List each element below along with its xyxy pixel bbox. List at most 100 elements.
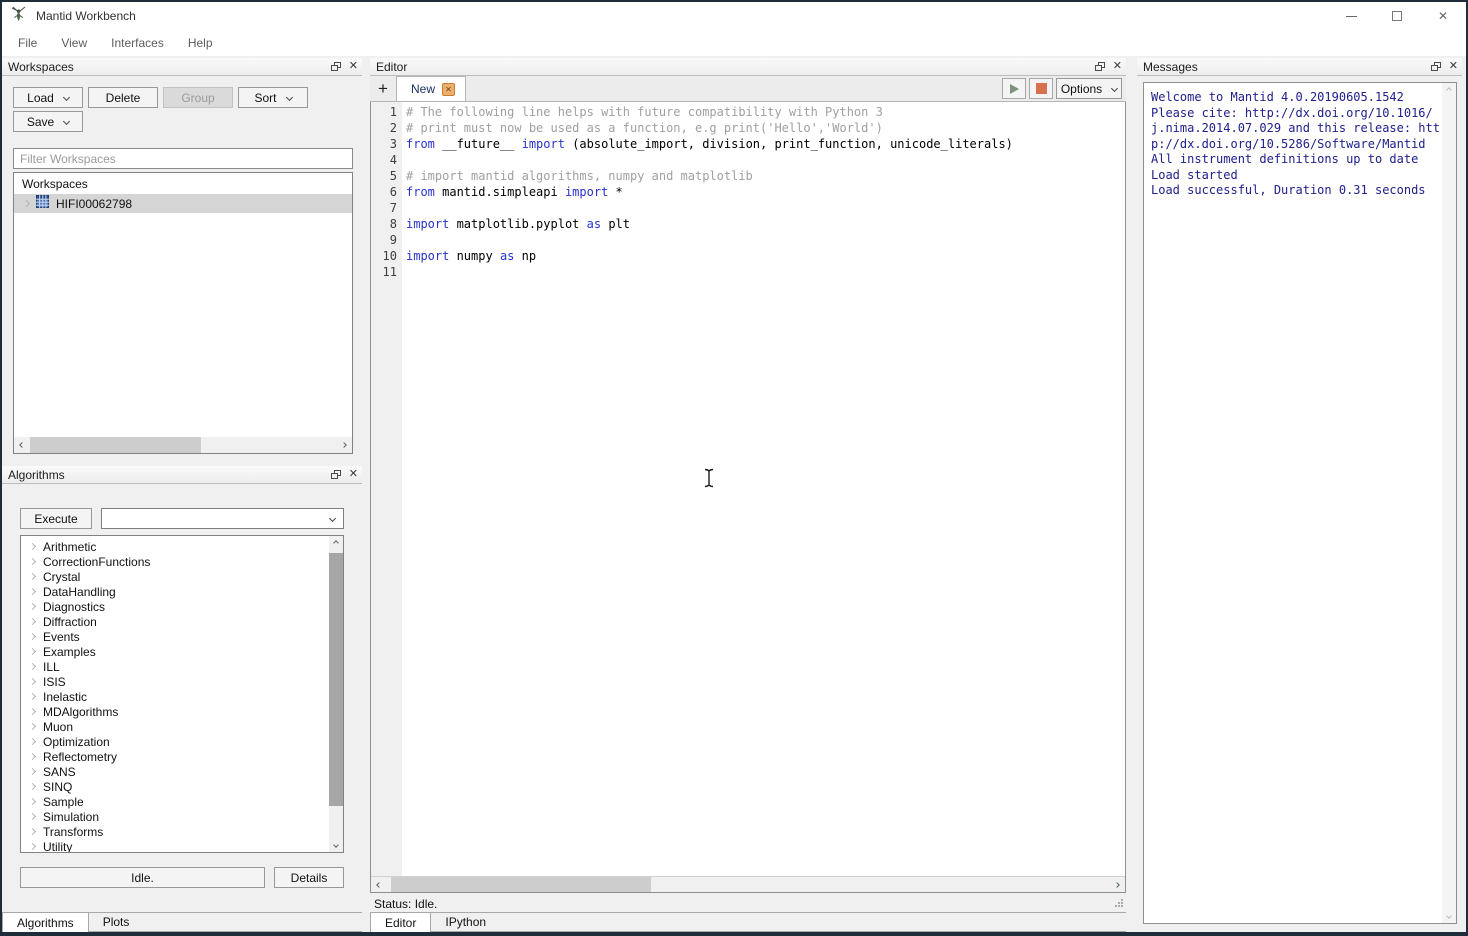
- algorithm-category-correctionfunctions[interactable]: CorrectionFunctions: [21, 554, 329, 569]
- scroll-up-arrow-icon[interactable]: [329, 536, 343, 550]
- close-panel-icon[interactable]: ✕: [1449, 61, 1458, 72]
- execute-button[interactable]: Execute: [20, 508, 92, 529]
- close-panel-icon[interactable]: ✕: [349, 469, 358, 480]
- algorithm-progress-button[interactable]: Idle.: [20, 867, 265, 888]
- scrollbar-thumb[interactable]: [329, 553, 343, 806]
- options-button[interactable]: Options: [1056, 78, 1122, 99]
- scroll-down-arrow-icon[interactable]: [1442, 909, 1456, 923]
- algorithm-category-sample[interactable]: Sample: [21, 794, 329, 809]
- menu-interfaces[interactable]: Interfaces: [101, 32, 174, 54]
- menu-view[interactable]: View: [51, 32, 97, 54]
- save-button[interactable]: Save: [13, 111, 83, 132]
- chevron-right-icon[interactable]: [23, 200, 30, 207]
- window-title: Mantid Workbench: [36, 9, 136, 23]
- code-editor[interactable]: 1# The following line helps with future …: [370, 102, 1126, 893]
- algorithm-category-examples[interactable]: Examples: [21, 644, 329, 659]
- scrollbar-thumb[interactable]: [30, 437, 201, 453]
- tab-close-icon[interactable]: ✕: [442, 83, 455, 96]
- code-text: import numpy as np: [402, 248, 536, 264]
- filter-workspaces-input[interactable]: Filter Workspaces: [13, 148, 353, 169]
- workspaces-panel-header[interactable]: Workspaces ✕: [2, 58, 362, 76]
- algorithm-search-combobox[interactable]: [101, 508, 344, 529]
- scroll-right-arrow-icon[interactable]: [1109, 877, 1125, 893]
- workspaces-horizontal-scrollbar[interactable]: [14, 437, 352, 453]
- algorithm-category-sinq[interactable]: SINQ: [21, 779, 329, 794]
- close-panel-icon[interactable]: ✕: [349, 61, 358, 72]
- algorithm-category-muon[interactable]: Muon: [21, 719, 329, 734]
- workspaces-tree-header: Workspaces: [14, 173, 352, 194]
- code-line-1[interactable]: 1# The following line helps with future …: [371, 104, 1125, 120]
- algorithm-category-transforms[interactable]: Transforms: [21, 824, 329, 839]
- messages-panel: Messages ✕ Welcome to Mantid 4.0.2019060…: [1137, 58, 1462, 932]
- code-line-5[interactable]: 5# import mantid algorithms, numpy and m…: [371, 168, 1125, 184]
- group-button[interactable]: Group: [163, 87, 233, 108]
- scroll-left-arrow-icon[interactable]: [14, 437, 30, 453]
- tab-ipython[interactable]: IPython: [431, 913, 500, 932]
- code-line-6[interactable]: 6from mantid.simpleapi import *: [371, 184, 1125, 200]
- editor-tab-new[interactable]: New ✕: [396, 76, 466, 101]
- algorithm-category-optimization[interactable]: Optimization: [21, 734, 329, 749]
- editor-panel-header[interactable]: Editor ✕: [370, 58, 1126, 76]
- algorithms-vertical-scrollbar[interactable]: [329, 536, 343, 852]
- tab-plots[interactable]: Plots: [89, 913, 144, 932]
- chevron-right-icon: [29, 663, 36, 670]
- algorithm-category-inelastic[interactable]: Inelastic: [21, 689, 329, 704]
- float-panel-icon[interactable]: [331, 58, 341, 76]
- algorithm-category-events[interactable]: Events: [21, 629, 329, 644]
- algorithm-category-diffraction[interactable]: Diffraction: [21, 614, 329, 629]
- menu-help[interactable]: Help: [178, 32, 223, 54]
- scroll-right-arrow-icon[interactable]: [336, 437, 352, 453]
- delete-button[interactable]: Delete: [88, 87, 158, 108]
- messages-panel-header[interactable]: Messages ✕: [1137, 58, 1462, 76]
- minimize-button[interactable]: [1328, 2, 1374, 30]
- sort-button[interactable]: Sort: [238, 87, 308, 108]
- algorithm-category-arithmetic[interactable]: Arithmetic: [21, 539, 329, 554]
- details-button[interactable]: Details: [274, 867, 344, 888]
- algorithm-category-utility[interactable]: Utility: [21, 839, 329, 852]
- scroll-down-arrow-icon[interactable]: [329, 838, 343, 852]
- code-line-9[interactable]: 9: [371, 232, 1125, 248]
- algorithm-category-simulation[interactable]: Simulation: [21, 809, 329, 824]
- title-bar: Mantid Workbench ✕: [2, 2, 1466, 30]
- code-line-3[interactable]: 3from __future__ import (absolute_import…: [371, 136, 1125, 152]
- code-line-4[interactable]: 4: [371, 152, 1125, 168]
- resize-grip-icon[interactable]: [1114, 895, 1124, 913]
- code-line-2[interactable]: 2# print must now be used as a function,…: [371, 120, 1125, 136]
- code-line-10[interactable]: 10import numpy as np: [371, 248, 1125, 264]
- tab-editor[interactable]: Editor: [370, 913, 431, 932]
- algorithm-category-ill[interactable]: ILL: [21, 659, 329, 674]
- code-line-7[interactable]: 7: [371, 200, 1125, 216]
- scrollbar-thumb[interactable]: [391, 877, 651, 892]
- algorithm-category-sans[interactable]: SANS: [21, 764, 329, 779]
- algorithm-category-diagnostics[interactable]: Diagnostics: [21, 599, 329, 614]
- new-tab-button[interactable]: +: [370, 76, 396, 101]
- algorithms-panel-header[interactable]: Algorithms ✕: [2, 466, 362, 484]
- messages-vertical-scrollbar[interactable]: [1442, 83, 1456, 923]
- scroll-left-arrow-icon[interactable]: [371, 877, 387, 893]
- maximize-button[interactable]: [1374, 2, 1420, 30]
- code-line-11[interactable]: 11: [371, 264, 1125, 280]
- algorithm-category-mdalgorithms[interactable]: MDAlgorithms: [21, 704, 329, 719]
- algorithm-category-isis[interactable]: ISIS: [21, 674, 329, 689]
- editor-horizontal-scrollbar[interactable]: [371, 876, 1125, 892]
- stop-button[interactable]: [1029, 78, 1053, 99]
- run-button[interactable]: [1002, 78, 1026, 99]
- workspace-item-hifi00062798[interactable]: HIFI00062798: [14, 194, 352, 213]
- algorithm-category-crystal[interactable]: Crystal: [21, 569, 329, 584]
- float-panel-icon[interactable]: [1431, 58, 1441, 76]
- close-panel-icon[interactable]: ✕: [1113, 61, 1122, 72]
- chevron-right-icon: [29, 738, 36, 745]
- messages-log[interactable]: Welcome to Mantid 4.0.20190605.1542Pleas…: [1143, 82, 1457, 924]
- load-button[interactable]: Load: [13, 87, 83, 108]
- algorithm-category-datahandling[interactable]: DataHandling: [21, 584, 329, 599]
- menu-file[interactable]: File: [8, 32, 47, 54]
- close-button[interactable]: ✕: [1420, 2, 1466, 30]
- workspaces-panel-title: Workspaces: [8, 60, 74, 74]
- line-number: 2: [371, 120, 402, 136]
- float-panel-icon[interactable]: [331, 466, 341, 484]
- tab-algorithms[interactable]: Algorithms: [2, 913, 89, 932]
- code-line-8[interactable]: 8import matplotlib.pyplot as plt: [371, 216, 1125, 232]
- float-panel-icon[interactable]: [1095, 58, 1105, 76]
- algorithm-category-reflectometry[interactable]: Reflectometry: [21, 749, 329, 764]
- scroll-up-arrow-icon[interactable]: [1442, 83, 1456, 97]
